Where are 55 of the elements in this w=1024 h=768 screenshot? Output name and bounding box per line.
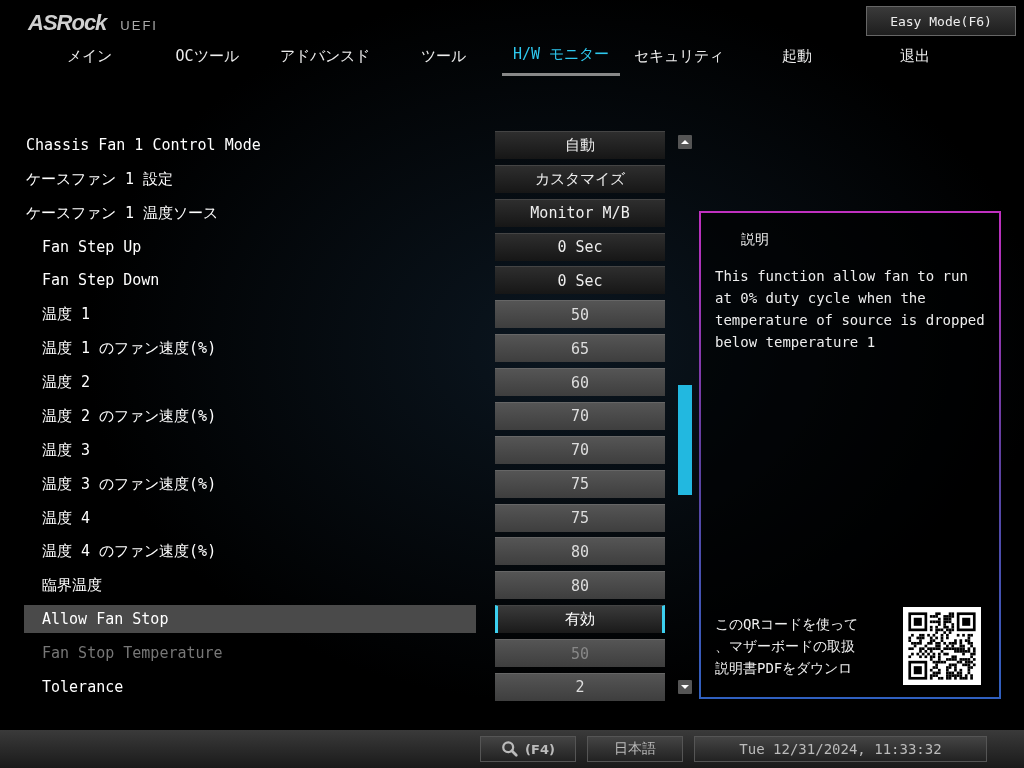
scroll-up-icon[interactable]: [678, 135, 692, 149]
setting-label[interactable]: ケースファン 1 設定: [24, 164, 476, 193]
setting-label[interactable]: Chassis Fan 1 Control Mode: [24, 130, 476, 159]
scroll-down-icon[interactable]: [678, 680, 692, 694]
setting-label[interactable]: 温度 3 のファン速度(%): [24, 469, 476, 498]
setting-value[interactable]: 有効: [495, 605, 665, 634]
setting-value[interactable]: 50: [495, 300, 665, 329]
scrollbar-thumb[interactable]: [678, 385, 692, 495]
menu-tab[interactable]: H/W モニター: [502, 42, 620, 76]
setting-value[interactable]: 70: [495, 435, 665, 464]
setting-label[interactable]: ケースファン 1 温度ソース: [24, 198, 476, 227]
setting-label[interactable]: 温度 2: [24, 368, 476, 397]
search-button[interactable]: (F4): [480, 736, 576, 762]
setting-value[interactable]: 2: [495, 672, 665, 701]
shortcut-key-label: (F4): [525, 741, 555, 757]
qr-caption: このQRコードを使って 、マザーボードの取扱 説明書PDFをダウンロ: [715, 615, 858, 678]
menu-tab[interactable]: セキュリティ: [620, 42, 738, 76]
setting-label[interactable]: Tolerance: [24, 672, 476, 701]
setting-value[interactable]: 80: [495, 537, 665, 566]
setting-label[interactable]: 温度 4 のファン速度(%): [24, 537, 476, 566]
setting-label[interactable]: 臨界温度: [24, 571, 476, 600]
setting-value[interactable]: カスタマイズ: [495, 164, 665, 193]
menu-tab[interactable]: ツール: [384, 42, 502, 76]
qr-code-icon: [903, 607, 981, 685]
logo-suffix: UEFI: [120, 18, 158, 33]
setting-label[interactable]: 温度 1: [24, 300, 476, 329]
setting-label[interactable]: Fan Step Down: [24, 266, 476, 295]
menu-tab[interactable]: OCツール: [148, 42, 266, 76]
setting-value[interactable]: 75: [495, 503, 665, 532]
selected-setting-label[interactable]: Allow Fan Stop: [24, 605, 476, 634]
description-text: This function allow fan to run at 0% duty cycle when the temperature of source is dropped below temperature 1: [715, 267, 985, 352]
menu-tab[interactable]: メイン: [30, 42, 148, 76]
description-title: 説明: [740, 230, 770, 249]
setting-value[interactable]: 自動: [495, 130, 665, 159]
logo: ASRock: [28, 10, 107, 36]
menu-tab[interactable]: アドバンスド: [266, 42, 384, 76]
setting-value[interactable]: 0 Sec: [495, 266, 665, 295]
datetime-display: Tue 12/31/2024, 11:33:32: [694, 736, 987, 762]
search-icon: [501, 740, 520, 758]
menu-tab[interactable]: 起動: [738, 42, 856, 76]
easy-mode-button[interactable]: Easy Mode(F6): [866, 6, 1016, 36]
setting-value[interactable]: 75: [495, 469, 665, 498]
setting-value[interactable]: 65: [495, 334, 665, 363]
setting-label[interactable]: 温度 1 のファン速度(%): [24, 334, 476, 363]
setting-value[interactable]: 0 Sec: [495, 232, 665, 261]
setting-label[interactable]: 温度 4: [24, 503, 476, 532]
setting-value[interactable]: Monitor M/B: [495, 198, 665, 227]
setting-label[interactable]: 温度 2 のファン速度(%): [24, 401, 476, 430]
setting-value[interactable]: 70: [495, 401, 665, 430]
menu-tab[interactable]: 退出: [856, 42, 974, 76]
setting-label[interactable]: 温度 3: [24, 435, 476, 464]
setting-label[interactable]: Fan Step Up: [24, 232, 476, 261]
language-button[interactable]: 日本語: [587, 736, 683, 762]
setting-value[interactable]: 80: [495, 571, 665, 600]
setting-value[interactable]: 60: [495, 368, 665, 397]
